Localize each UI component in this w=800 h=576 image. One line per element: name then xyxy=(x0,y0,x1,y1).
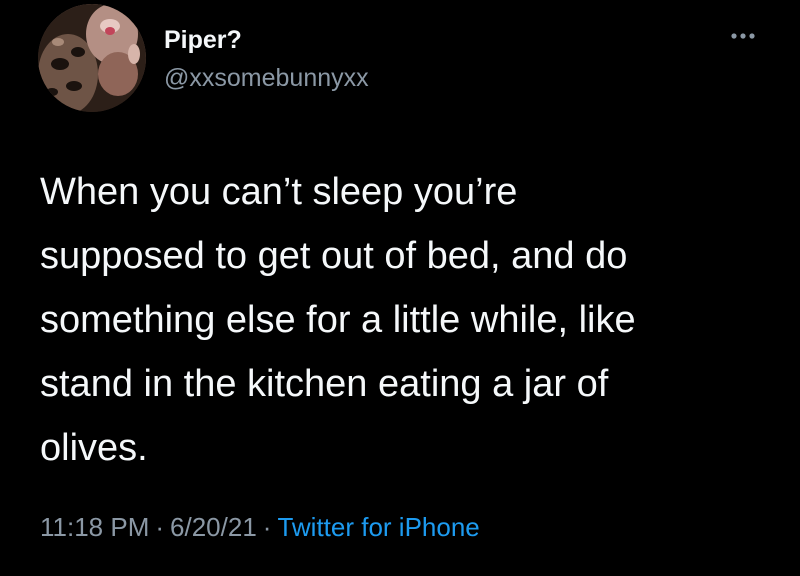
tweet-date[interactable]: 6/20/21 xyxy=(170,512,257,542)
avatar-image xyxy=(38,4,146,112)
avatar[interactable] xyxy=(38,4,146,112)
tweet-source-link[interactable]: Twitter for iPhone xyxy=(277,512,479,542)
separator-dot: · xyxy=(262,512,272,542)
tweet-card: Piper? @xxsomebunnyxx When you can’t sle… xyxy=(0,0,800,576)
author-display-name[interactable]: Piper? xyxy=(164,26,242,55)
tweet-time[interactable]: 11:18 PM xyxy=(40,512,149,542)
more-options-button[interactable] xyxy=(726,26,760,46)
tweet-text: When you can’t sleep you’re supposed to … xyxy=(40,171,636,469)
author-handle[interactable]: @xxsomebunnyxx xyxy=(164,64,369,93)
more-icon xyxy=(731,33,755,39)
separator-dot: · xyxy=(155,512,165,542)
tweet-metadata: 11:18 PM · 6/20/21 · Twitter for iPhone xyxy=(40,512,480,543)
